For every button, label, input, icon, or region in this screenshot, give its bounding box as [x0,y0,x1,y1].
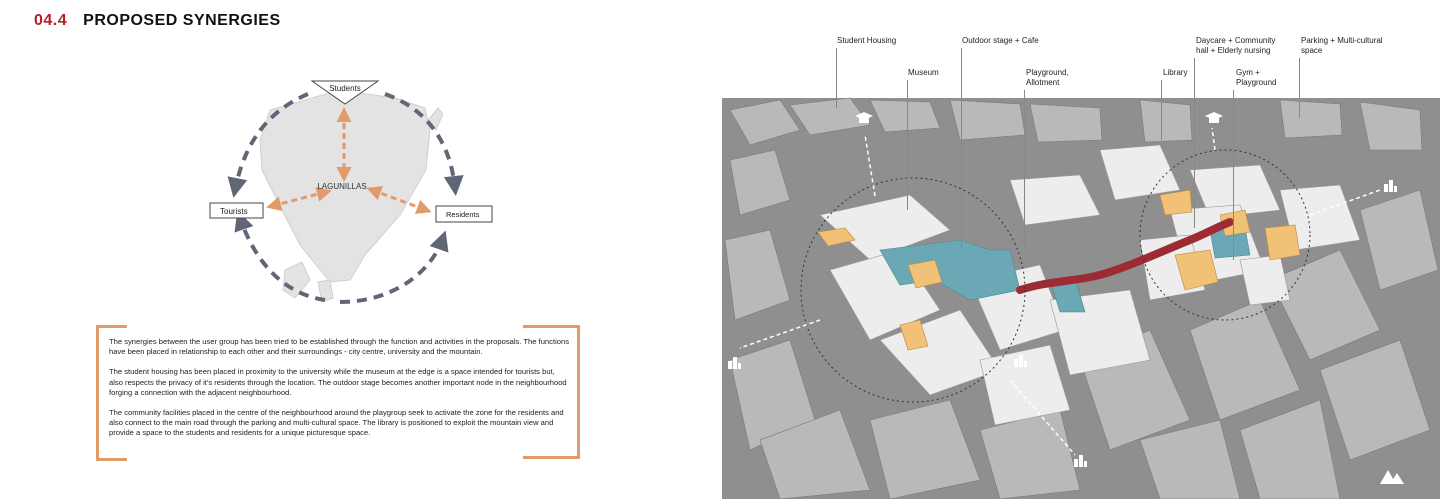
students-label: Students [329,84,361,93]
graduation-cap-icon [1205,112,1223,123]
connection-arrow-university-west [864,134,876,197]
description-panel: The synergies between the user group has… [96,325,580,461]
axonometric-map: Student Housing Museum Outdoor stage + C… [720,0,1440,499]
section-title: PROPOSED SYNERGIES [83,12,281,29]
description-paragraph-3: The community facilities placed in the c… [109,408,564,438]
section-heading: 04.4 PROPOSED SYNERGIES [34,12,281,30]
callout-line-playground [1024,90,1025,250]
residents-label: Residents [446,210,480,219]
center-label: LAGUNILLAS [317,182,366,191]
tourists-label: Tourists [220,207,248,216]
connection-arrow-university-east [1211,127,1216,151]
callout-parking: Parking + Multi-cultural space [1301,36,1383,55]
callout-playground: Playground, Allotment [1026,68,1069,87]
section-number: 04.4 [34,12,68,29]
callout-gym: Gym + Playground [1236,68,1277,87]
callout-line-daycare [1194,58,1195,228]
callout-library: Library [1163,68,1188,77]
synergy-diagram: Students LAGUNILLAS Tourists Residents [209,80,493,304]
city-buildings-icon [1074,455,1087,467]
description-text: The synergies between the user group has… [109,337,569,449]
callout-daycare: Daycare + Community hall + Elderly nursi… [1196,36,1276,55]
city-buildings-icon [1384,180,1397,192]
callout-line-parking [1299,58,1300,118]
callout-line-library [1161,80,1162,140]
callout-line-outdoor-stage [961,48,962,248]
callout-line-student-housing [836,48,837,108]
callout-student-housing: Student Housing [837,36,897,45]
description-paragraph-2: The student housing has been placed in p… [109,367,567,397]
mountain-icon [1380,470,1404,484]
callout-outdoor-stage: Outdoor stage + Cafe [962,36,1039,45]
description-paragraph-1: The synergies between the user group has… [109,337,569,357]
callout-museum: Museum [908,68,939,77]
map-drawing [724,97,1439,499]
callout-line-museum [907,80,908,210]
callout-line-gym [1233,90,1234,260]
